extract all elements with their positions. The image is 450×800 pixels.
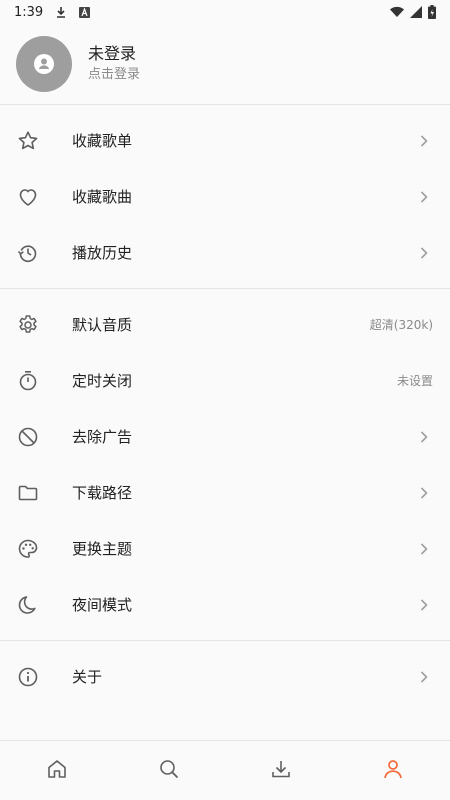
download-icon [55, 6, 67, 18]
search-icon [160, 760, 179, 779]
avatar[interactable] [16, 36, 72, 92]
history-icon [17, 245, 37, 262]
nav-home[interactable] [43, 755, 71, 783]
divider [0, 104, 450, 105]
quality-value: 超清(320k) [369, 318, 433, 332]
menu-item-label: 定时关闭 [72, 372, 133, 390]
status-bar: 1:39 [0, 0, 450, 24]
chevron-right-icon [420, 431, 428, 443]
chevron-right-icon [420, 671, 428, 683]
login-prompt[interactable]: 点击登录 [88, 66, 140, 84]
menu-item-favorite-songs[interactable]: 收藏歌曲 [0, 169, 450, 225]
app-a-icon [79, 6, 91, 18]
menu-item-label: 关于 [72, 668, 103, 686]
status-time: 1:39 [14, 4, 44, 20]
menu-item-label: 默认音质 [72, 316, 133, 334]
nav-search[interactable] [155, 755, 183, 783]
palette-icon [18, 539, 38, 558]
menu-item-change-theme[interactable]: 更换主题 [0, 521, 450, 577]
menu-item-night-mode[interactable]: 夜间模式 [0, 577, 450, 633]
menu-item-label: 下载路径 [72, 484, 133, 502]
divider [0, 288, 450, 289]
menu-item-favorite-playlists[interactable]: 收藏歌单 [0, 113, 450, 169]
menu-item-label: 收藏歌单 [72, 132, 133, 150]
person-icon [34, 54, 54, 74]
menu-item-download-path[interactable]: 下载路径 [0, 465, 450, 521]
menu-item-about[interactable]: 关于 [0, 649, 450, 705]
menu-item-remove-ads[interactable]: 去除广告 [0, 409, 450, 465]
block-icon [18, 427, 38, 447]
menu-item-sleep-timer[interactable]: 定时关闭 未设置 [0, 353, 450, 409]
profile-name: 未登录 [88, 44, 137, 63]
chevron-right-icon [420, 135, 428, 147]
nav-download[interactable] [267, 755, 295, 783]
home-icon [48, 760, 66, 778]
gear-icon [19, 315, 37, 333]
bottom-nav [0, 740, 450, 800]
divider [0, 640, 450, 641]
chevron-right-icon [420, 191, 428, 203]
menu-item-default-quality[interactable]: 默认音质 超清(320k) [0, 297, 450, 353]
star-icon [18, 131, 38, 150]
menu-item-label: 夜间模式 [72, 596, 133, 614]
chevron-right-icon [420, 599, 428, 611]
menu-item-label: 收藏歌曲 [72, 188, 133, 206]
moon-icon [18, 596, 36, 614]
battery-icon [428, 5, 436, 19]
profile-header[interactable]: 未登录 点击登录 [0, 24, 450, 104]
profile-text[interactable]: 未登录 点击登录 [88, 44, 140, 84]
folder-icon [18, 485, 38, 501]
menu-item-label: 播放历史 [72, 244, 133, 262]
timer-value: 未设置 [396, 374, 433, 388]
timer-icon [19, 371, 37, 391]
menu-item-play-history[interactable]: 播放历史 [0, 225, 450, 281]
profile-icon [384, 760, 402, 779]
menu-item-label: 更换主题 [72, 540, 133, 558]
menu-item-label: 去除广告 [72, 428, 133, 446]
chevron-right-icon [420, 247, 428, 259]
info-icon [18, 667, 38, 687]
chevron-right-icon [420, 543, 428, 555]
heart-icon [19, 189, 37, 206]
download-icon [272, 761, 290, 778]
nav-profile[interactable] [379, 755, 407, 783]
chevron-right-icon [420, 487, 428, 499]
signal-icon [410, 6, 422, 18]
wifi-icon [390, 6, 404, 18]
